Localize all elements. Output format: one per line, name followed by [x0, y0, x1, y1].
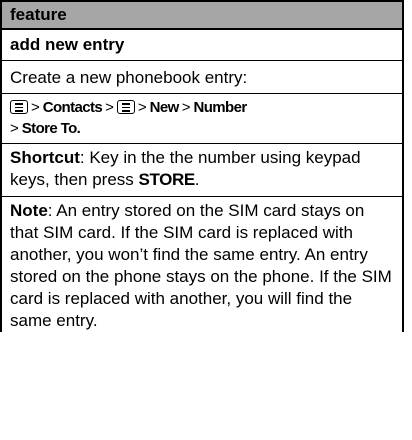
note-label: Note [10, 201, 48, 220]
path-item-number: Number [193, 99, 247, 116]
path-separator: > [105, 99, 114, 116]
path-separator: > [181, 99, 191, 116]
feature-title: add new entry [2, 30, 402, 61]
table-header: feature [2, 2, 402, 30]
path-item-contacts: Contacts [42, 99, 103, 116]
menu-path: > Contacts > > New > Number > Store To. [2, 94, 402, 144]
path-item-new: New [149, 99, 180, 116]
store-key-label: STORE [138, 170, 196, 189]
path-item-store-to: Store To. [21, 120, 81, 137]
menu-key-icon [116, 100, 135, 114]
shortcut-text-end: . [194, 170, 200, 189]
path-separator: > [31, 99, 40, 116]
note-text: : An entry stored on the SIM card stays … [10, 201, 392, 330]
feature-intro: Create a new phonebook entry: [2, 61, 402, 94]
shortcut-label: Shortcut [10, 148, 80, 167]
note-paragraph: Note: An entry stored on the SIM card st… [2, 197, 402, 332]
shortcut-paragraph: Shortcut: Key in the the number using ke… [2, 144, 402, 197]
feature-table: feature add new entry Create a new phone… [0, 0, 404, 332]
path-separator: > [137, 99, 147, 116]
path-separator: > [10, 120, 19, 137]
menu-key-icon [10, 100, 28, 114]
